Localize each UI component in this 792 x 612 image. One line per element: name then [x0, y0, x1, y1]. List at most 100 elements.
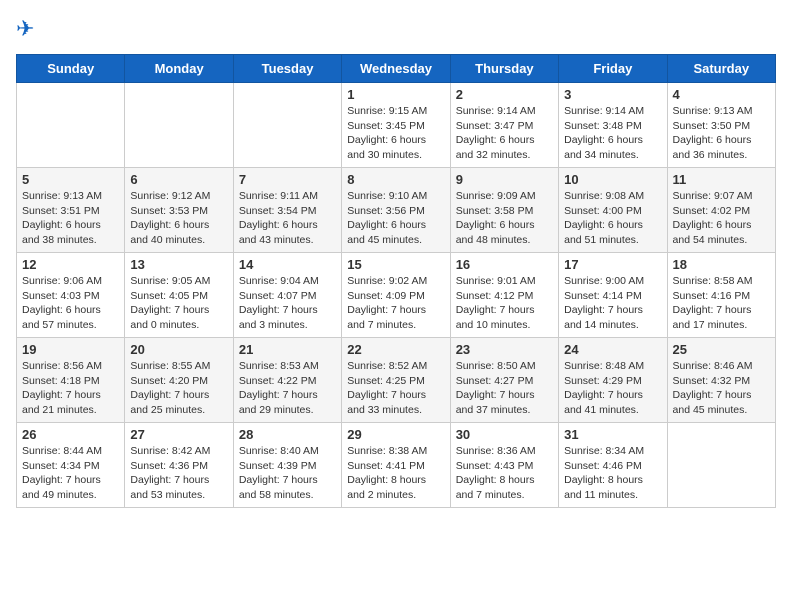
- day-number: 5: [22, 172, 119, 187]
- day-number: 28: [239, 427, 336, 442]
- week-row-5: 26 Sunrise: 8:44 AM Sunset: 4:34 PM Dayli…: [17, 423, 776, 508]
- day-cell: 8Sunrise: 9:10 AM Sunset: 3:56 PM Daylig…: [342, 168, 450, 253]
- day-detail: Sunrise: 8:46 AM Sunset: 4:32 PM Dayligh…: [673, 359, 770, 418]
- day-number: 19: [22, 342, 119, 357]
- day-cell: 21 Sunrise: 8:53 AM Sunset: 4:22 PM Dayli…: [233, 338, 341, 423]
- day-number: 26: [22, 427, 119, 442]
- day-detail: Sunrise: 9:10 AM Sunset: 3:56 PM Dayligh…: [347, 189, 444, 248]
- day-detail: Sunrise: 8:56 AM Sunset: 4:18 PM Dayligh…: [22, 359, 119, 418]
- week-row-3: 12Sunrise: 9:06 AM Sunset: 4:03 PM Dayli…: [17, 253, 776, 338]
- day-number: 1: [347, 87, 444, 102]
- day-number: 29: [347, 427, 444, 442]
- day-number: 11: [673, 172, 770, 187]
- day-number: 22: [347, 342, 444, 357]
- day-number: 20: [130, 342, 227, 357]
- day-number: 9: [456, 172, 553, 187]
- day-cell: 20 Sunrise: 8:55 AM Sunset: 4:20 PM Dayli…: [125, 338, 233, 423]
- week-row-2: 5 Sunrise: 9:13 AM Sunset: 3:51 PM Daylig…: [17, 168, 776, 253]
- day-cell: 31Sunrise: 8:34 AM Sunset: 4:46 PM Dayli…: [559, 423, 667, 508]
- day-detail: Sunrise: 8:42 AM Sunset: 4:36 PM Dayligh…: [130, 444, 227, 503]
- day-number: 16: [456, 257, 553, 272]
- day-detail: Sunrise: 8:55 AM Sunset: 4:20 PM Dayligh…: [130, 359, 227, 418]
- day-cell: 9 Sunrise: 9:09 AM Sunset: 3:58 PM Daylig…: [450, 168, 558, 253]
- page-header: ✈: [16, 16, 776, 44]
- day-detail: Sunrise: 9:09 AM Sunset: 3:58 PM Dayligh…: [456, 189, 553, 248]
- day-number: 18: [673, 257, 770, 272]
- day-number: 4: [673, 87, 770, 102]
- day-detail: Sunrise: 9:14 AM Sunset: 3:48 PM Dayligh…: [564, 104, 661, 163]
- day-detail: Sunrise: 9:14 AM Sunset: 3:47 PM Dayligh…: [456, 104, 553, 163]
- day-cell: [17, 83, 125, 168]
- day-cell: 11 Sunrise: 9:07 AM Sunset: 4:02 PM Dayli…: [667, 168, 775, 253]
- day-detail: Sunrise: 9:01 AM Sunset: 4:12 PM Dayligh…: [456, 274, 553, 333]
- day-cell: 29 Sunrise: 8:38 AM Sunset: 4:41 PM Dayli…: [342, 423, 450, 508]
- day-cell: [233, 83, 341, 168]
- day-detail: Sunrise: 9:11 AM Sunset: 3:54 PM Dayligh…: [239, 189, 336, 248]
- day-detail: Sunrise: 8:50 AM Sunset: 4:27 PM Dayligh…: [456, 359, 553, 418]
- day-number: 23: [456, 342, 553, 357]
- day-detail: Sunrise: 9:05 AM Sunset: 4:05 PM Dayligh…: [130, 274, 227, 333]
- day-number: 24: [564, 342, 661, 357]
- day-number: 13: [130, 257, 227, 272]
- week-row-1: 1Sunrise: 9:15 AM Sunset: 3:45 PM Daylig…: [17, 83, 776, 168]
- day-detail: Sunrise: 8:52 AM Sunset: 4:25 PM Dayligh…: [347, 359, 444, 418]
- week-row-4: 19 Sunrise: 8:56 AM Sunset: 4:18 PM Dayli…: [17, 338, 776, 423]
- day-number: 3: [564, 87, 661, 102]
- day-detail: Sunrise: 9:07 AM Sunset: 4:02 PM Dayligh…: [673, 189, 770, 248]
- day-cell: 14 Sunrise: 9:04 AM Sunset: 4:07 PM Dayli…: [233, 253, 341, 338]
- day-cell: 23 Sunrise: 8:50 AM Sunset: 4:27 PM Dayli…: [450, 338, 558, 423]
- day-number: 30: [456, 427, 553, 442]
- logo: ✈: [16, 16, 46, 44]
- day-detail: Sunrise: 8:34 AM Sunset: 4:46 PM Dayligh…: [564, 444, 661, 503]
- day-header-wednesday: Wednesday: [342, 55, 450, 83]
- day-detail: Sunrise: 9:12 AM Sunset: 3:53 PM Dayligh…: [130, 189, 227, 248]
- day-number: 2: [456, 87, 553, 102]
- day-cell: 18 Sunrise: 8:58 AM Sunset: 4:16 PM Dayli…: [667, 253, 775, 338]
- day-detail: Sunrise: 8:38 AM Sunset: 4:41 PM Dayligh…: [347, 444, 444, 503]
- day-detail: Sunrise: 9:13 AM Sunset: 3:51 PM Dayligh…: [22, 189, 119, 248]
- day-cell: 24 Sunrise: 8:48 AM Sunset: 4:29 PM Dayli…: [559, 338, 667, 423]
- day-detail: Sunrise: 8:58 AM Sunset: 4:16 PM Dayligh…: [673, 274, 770, 333]
- day-cell: 6 Sunrise: 9:12 AM Sunset: 3:53 PM Daylig…: [125, 168, 233, 253]
- day-detail: Sunrise: 8:36 AM Sunset: 4:43 PM Dayligh…: [456, 444, 553, 503]
- header-row: SundayMondayTuesdayWednesdayThursdayFrid…: [17, 55, 776, 83]
- day-cell: 30 Sunrise: 8:36 AM Sunset: 4:43 PM Dayli…: [450, 423, 558, 508]
- day-header-monday: Monday: [125, 55, 233, 83]
- day-number: 6: [130, 172, 227, 187]
- day-number: 17: [564, 257, 661, 272]
- day-cell: 22 Sunrise: 8:52 AM Sunset: 4:25 PM Dayli…: [342, 338, 450, 423]
- day-detail: Sunrise: 9:00 AM Sunset: 4:14 PM Dayligh…: [564, 274, 661, 333]
- day-detail: Sunrise: 9:13 AM Sunset: 3:50 PM Dayligh…: [673, 104, 770, 163]
- day-cell: 25 Sunrise: 8:46 AM Sunset: 4:32 PM Dayli…: [667, 338, 775, 423]
- day-cell: 19 Sunrise: 8:56 AM Sunset: 4:18 PM Dayli…: [17, 338, 125, 423]
- day-cell: 12Sunrise: 9:06 AM Sunset: 4:03 PM Dayli…: [17, 253, 125, 338]
- day-cell: 4 Sunrise: 9:13 AM Sunset: 3:50 PM Daylig…: [667, 83, 775, 168]
- day-cell: 1Sunrise: 9:15 AM Sunset: 3:45 PM Daylig…: [342, 83, 450, 168]
- day-number: 21: [239, 342, 336, 357]
- day-number: 25: [673, 342, 770, 357]
- day-header-thursday: Thursday: [450, 55, 558, 83]
- logo-icon: ✈: [16, 16, 44, 44]
- day-detail: Sunrise: 9:04 AM Sunset: 4:07 PM Dayligh…: [239, 274, 336, 333]
- day-detail: Sunrise: 8:44 AM Sunset: 4:34 PM Dayligh…: [22, 444, 119, 503]
- day-header-saturday: Saturday: [667, 55, 775, 83]
- day-cell: 3 Sunrise: 9:14 AM Sunset: 3:48 PM Daylig…: [559, 83, 667, 168]
- day-cell: 16 Sunrise: 9:01 AM Sunset: 4:12 PM Dayli…: [450, 253, 558, 338]
- day-cell: 2 Sunrise: 9:14 AM Sunset: 3:47 PM Daylig…: [450, 83, 558, 168]
- day-detail: Sunrise: 9:02 AM Sunset: 4:09 PM Dayligh…: [347, 274, 444, 333]
- day-cell: 26 Sunrise: 8:44 AM Sunset: 4:34 PM Dayli…: [17, 423, 125, 508]
- day-cell: 28 Sunrise: 8:40 AM Sunset: 4:39 PM Dayli…: [233, 423, 341, 508]
- svg-text:✈: ✈: [16, 16, 34, 41]
- day-detail: Sunrise: 8:53 AM Sunset: 4:22 PM Dayligh…: [239, 359, 336, 418]
- day-number: 15: [347, 257, 444, 272]
- day-detail: Sunrise: 8:40 AM Sunset: 4:39 PM Dayligh…: [239, 444, 336, 503]
- day-header-tuesday: Tuesday: [233, 55, 341, 83]
- day-number: 27: [130, 427, 227, 442]
- day-detail: Sunrise: 8:48 AM Sunset: 4:29 PM Dayligh…: [564, 359, 661, 418]
- day-cell: 17 Sunrise: 9:00 AM Sunset: 4:14 PM Dayli…: [559, 253, 667, 338]
- day-number: 14: [239, 257, 336, 272]
- day-header-friday: Friday: [559, 55, 667, 83]
- day-number: 7: [239, 172, 336, 187]
- calendar-table: SundayMondayTuesdayWednesdayThursdayFrid…: [16, 54, 776, 508]
- day-cell: 15 Sunrise: 9:02 AM Sunset: 4:09 PM Dayli…: [342, 253, 450, 338]
